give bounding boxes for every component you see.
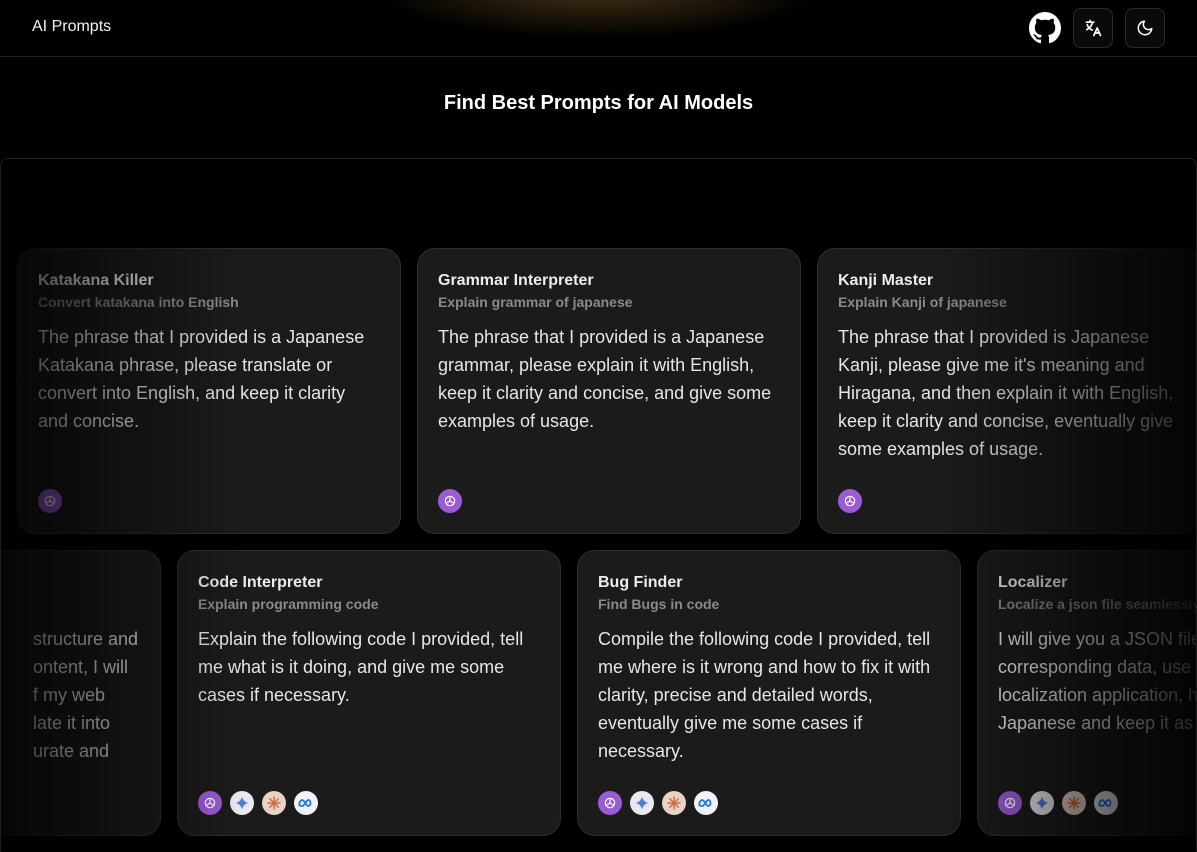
card-description: The phrase that I provided is Japanese K… <box>838 327 1174 459</box>
card-subtitle: Explain grammar of japanese <box>438 294 633 310</box>
theme-toggle-button[interactable] <box>1125 8 1165 48</box>
card-title: Katakana Killer <box>38 272 154 289</box>
card-description: I will give you a JSON file, the corresp… <box>998 629 1196 733</box>
card-description: Explain the following code I provided, t… <box>198 629 524 705</box>
prompt-card-grammar-interpreter[interactable]: Grammar Interpreter Explain grammar of j… <box>417 248 801 534</box>
openai-icon <box>998 791 1022 815</box>
openai-icon <box>38 489 62 513</box>
model-icons <box>998 791 1118 815</box>
card-subtitle: Find Bugs in code <box>598 596 720 612</box>
meta-icon <box>694 791 718 815</box>
prompt-card-partial[interactable]: structure and ontent, I will f my web la… <box>1 550 161 836</box>
claude-icon <box>262 791 286 815</box>
card-subtitle: Explain Kanji of japanese <box>838 294 1007 310</box>
app-title[interactable]: AI Prompts <box>32 18 111 36</box>
gemini-icon <box>1030 791 1054 815</box>
prompt-card-bug-finder[interactable]: Bug Finder Find Bugs in code Compile the… <box>577 550 961 836</box>
github-icon[interactable] <box>1029 12 1061 44</box>
gemini-icon <box>630 791 654 815</box>
card-description: The phrase that I provided is a Japanese… <box>438 327 772 431</box>
card-title: Bug Finder <box>598 574 683 591</box>
meta-icon <box>1094 791 1118 815</box>
translate-icon <box>1085 19 1102 37</box>
openai-icon <box>198 791 222 815</box>
model-icons <box>838 489 862 513</box>
openai-icon <box>598 791 622 815</box>
claude-icon <box>1062 791 1086 815</box>
openai-icon <box>438 489 462 513</box>
model-icons <box>38 489 62 513</box>
translate-button[interactable] <box>1073 8 1113 48</box>
page-headline: Find Best Prompts for AI Models <box>443 92 754 114</box>
claude-icon <box>662 791 686 815</box>
top-bar: AI Prompts <box>0 0 1197 57</box>
card-title: Kanji Master <box>838 272 934 289</box>
meta-icon <box>294 791 318 815</box>
card-subtitle: Explain programming code <box>198 596 379 612</box>
card-title: Localizer <box>998 574 1068 591</box>
prompt-card-katakana-killer[interactable]: Katakana Killer Convert katakana into En… <box>17 248 401 534</box>
card-description: The phrase that I provided is a Japanese… <box>38 327 365 431</box>
prompt-card-localizer[interactable]: Localizer Localize a json file seamlessl… <box>977 550 1197 836</box>
prompt-carousel: Katakana Killer Convert katakana into En… <box>0 158 1197 852</box>
model-icons <box>438 489 462 513</box>
prompt-card-kanji-master[interactable]: Kanji Master Explain Kanji of japanese T… <box>817 248 1196 534</box>
card-title: Grammar Interpreter <box>438 272 594 289</box>
card-description: Compile the following code I provided, t… <box>598 629 931 761</box>
gemini-icon <box>230 791 254 815</box>
openai-icon <box>838 489 862 513</box>
card-subtitle: Localize a json file seamlessly <box>998 596 1197 612</box>
model-icons <box>598 791 718 815</box>
card-title: Code Interpreter <box>198 574 323 591</box>
moon-icon <box>1137 20 1153 36</box>
prompt-card-code-interpreter[interactable]: Code Interpreter Explain programming cod… <box>177 550 561 836</box>
card-description: structure and ontent, I will f my web la… <box>33 629 139 761</box>
card-subtitle: Convert katakana into English <box>38 294 239 310</box>
model-icons <box>198 791 318 815</box>
